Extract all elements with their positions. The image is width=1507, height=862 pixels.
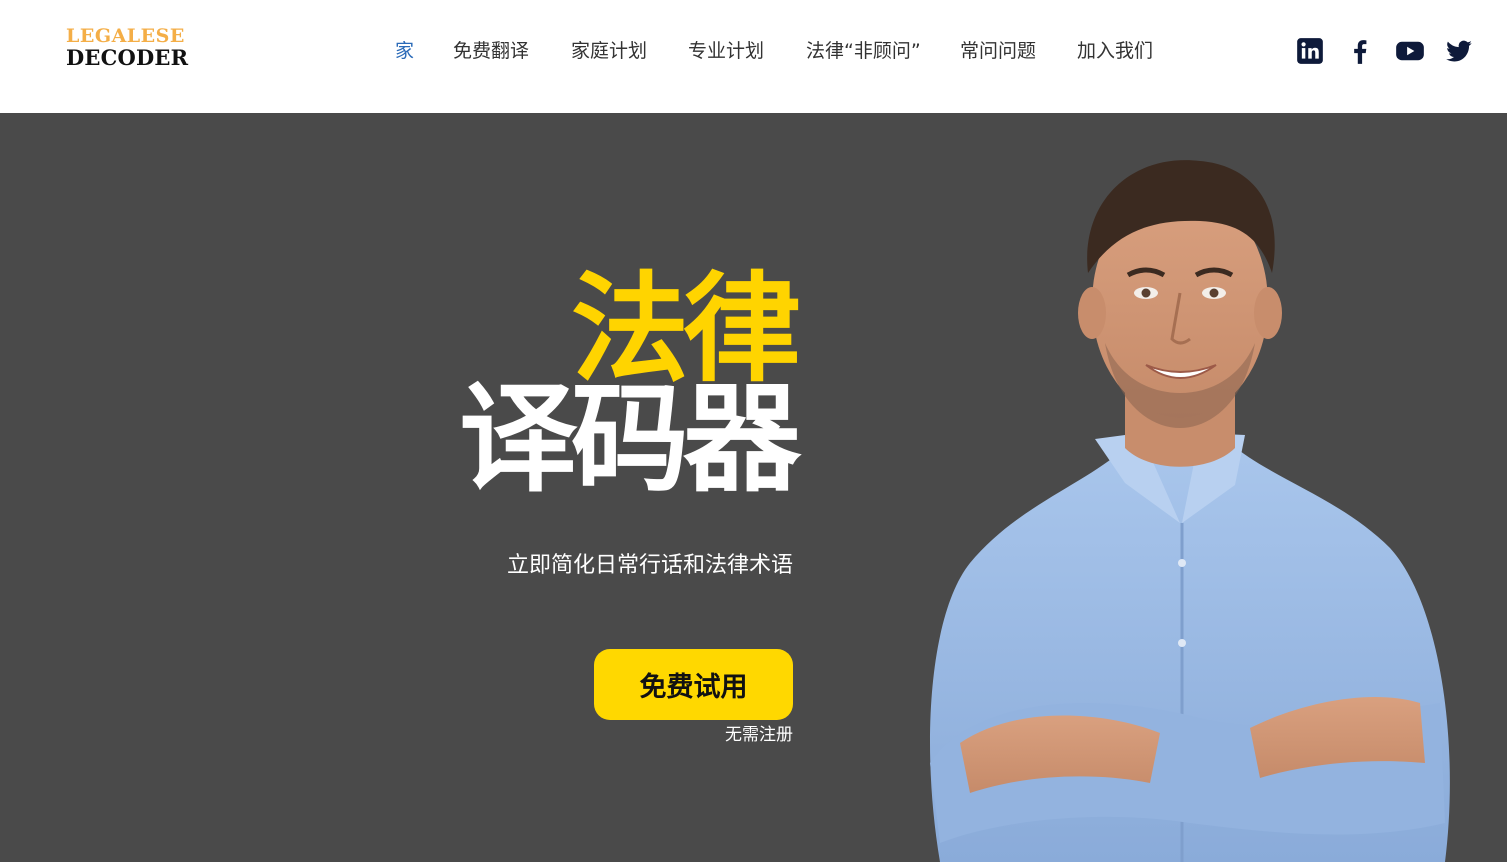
hero-person-image — [930, 160, 1450, 862]
nav-item-legal-non-advisor[interactable]: 法律“非顾问” — [806, 38, 921, 64]
logo-line-legalese: LEGALESE — [66, 25, 185, 47]
social-links — [1296, 36, 1476, 68]
nav-item-join-us[interactable]: 加入我们 — [1077, 38, 1153, 64]
twitter-icon[interactable] — [1445, 36, 1473, 66]
free-trial-button[interactable]: 免费试用 — [594, 649, 793, 720]
youtube-icon[interactable] — [1395, 36, 1425, 66]
nav-item-family-plan[interactable]: 家庭计划 — [571, 38, 647, 64]
hero-headline-decoder: 译码器 — [458, 370, 801, 508]
nav-item-free-translation[interactable]: 免费翻译 — [453, 38, 529, 64]
hero-section: 法律 译码器 立即简化日常行话和法律术语 免费试用 无需注册 — [0, 113, 1507, 862]
logo-line-decoder: DECODER — [66, 45, 189, 70]
facebook-icon[interactable] — [1346, 36, 1374, 66]
linkedin-icon[interactable] — [1296, 36, 1324, 66]
nav-item-faq[interactable]: 常问问题 — [960, 38, 1036, 64]
nav-item-pro-plan[interactable]: 专业计划 — [688, 38, 764, 64]
site-header: LEGALESE DECODER 家 免费翻译 家庭计划 专业计划 法律“非顾问… — [0, 0, 1507, 113]
nav-item-home[interactable]: 家 — [395, 38, 414, 64]
no-signup-note: 无需注册 — [725, 725, 793, 745]
logo[interactable]: LEGALESE DECODER — [66, 25, 189, 72]
hero-subtitle: 立即简化日常行话和法律术语 — [506, 553, 793, 578]
